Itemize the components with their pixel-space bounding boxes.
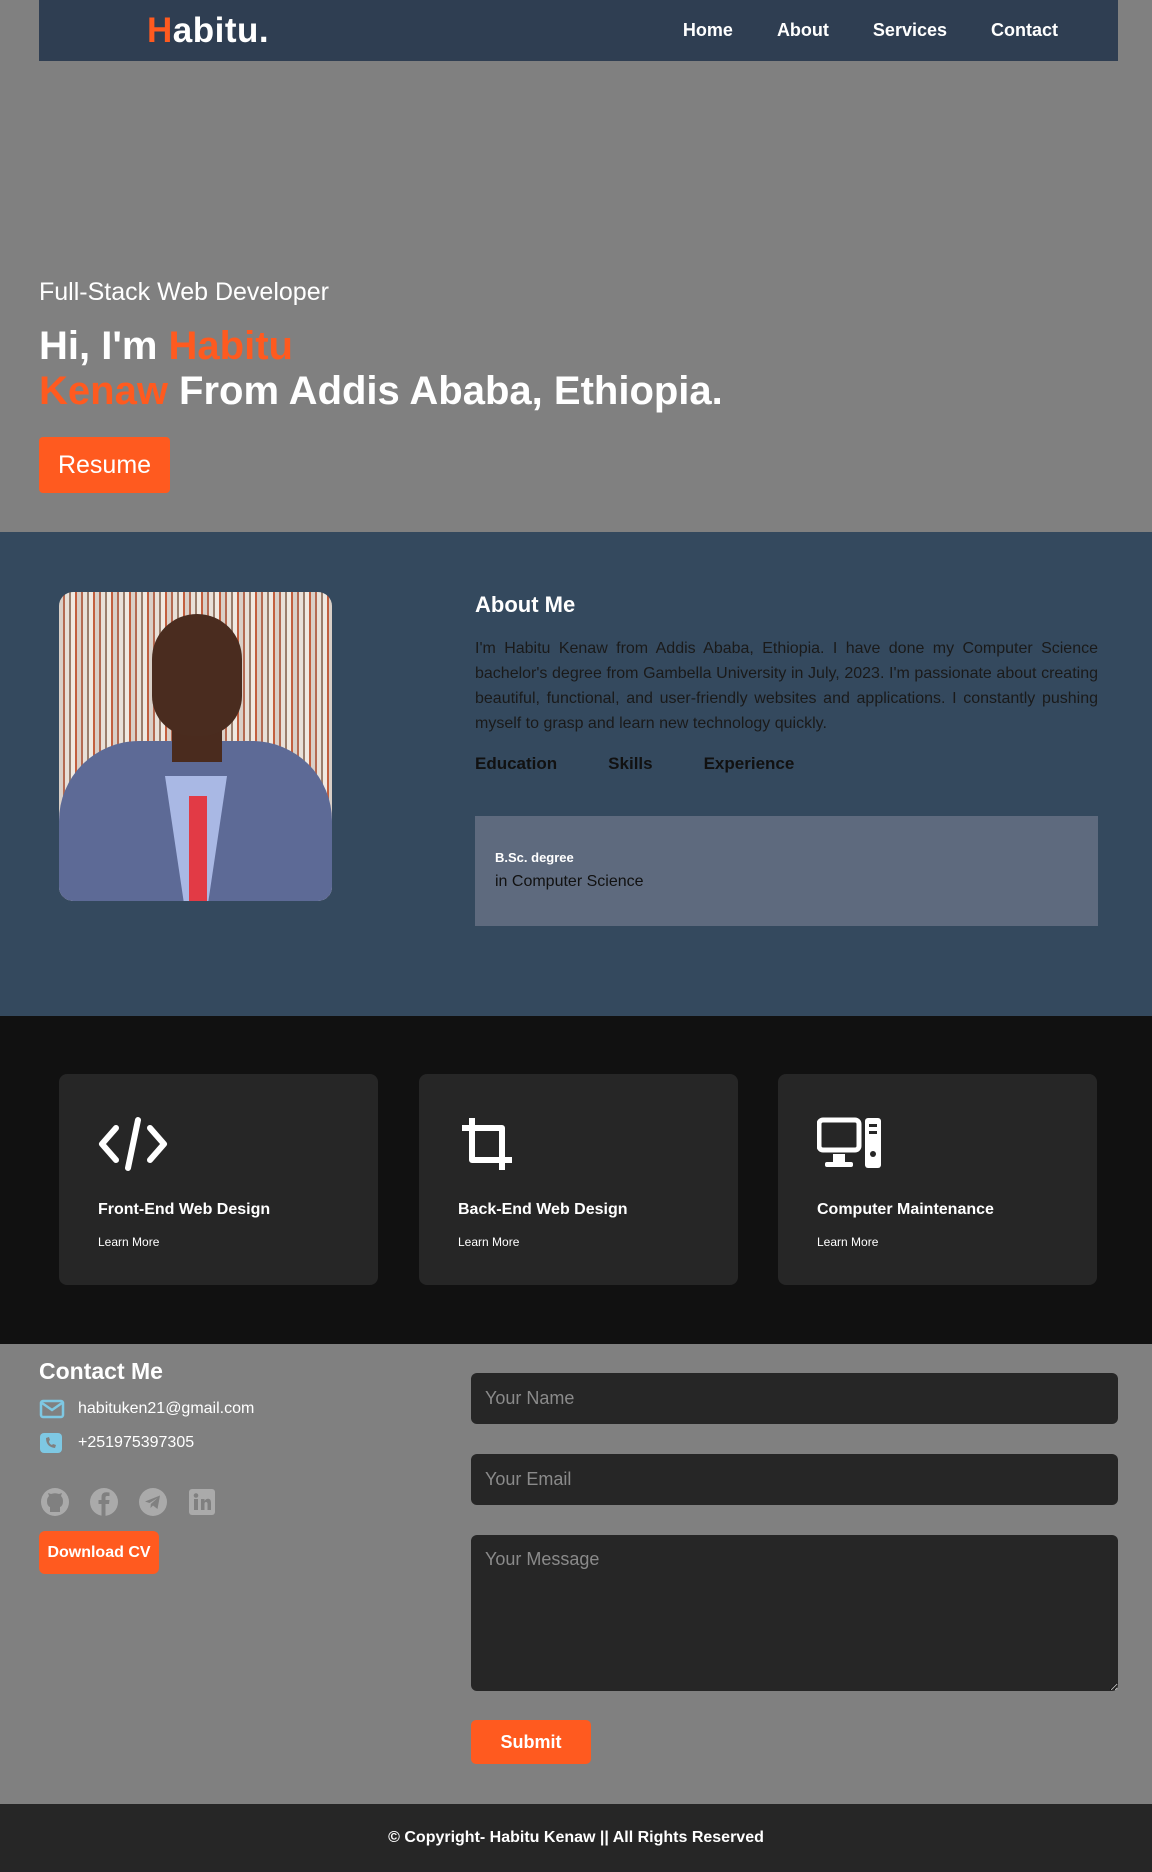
social-links (39, 1486, 235, 1518)
tab-experience[interactable]: Experience (704, 754, 795, 774)
learn-more-link[interactable]: Learn More (458, 1235, 519, 1249)
logo-text: abitu. (172, 10, 270, 50)
service-title: Back-End Web Design (458, 1201, 628, 1218)
name-input[interactable] (471, 1373, 1118, 1424)
profile-photo (59, 592, 332, 901)
hero-subtitle: Full-Stack Web Developer (39, 278, 329, 306)
tab-education[interactable]: Education (475, 754, 557, 774)
email-row: habituken21@gmail.com (39, 1398, 254, 1420)
desktop-icon (816, 1117, 881, 1168)
service-card: Computer Maintenance Learn More (778, 1074, 1097, 1285)
logo[interactable]: Habitu. (147, 11, 269, 51)
copyright-text: © Copyright- Habitu Kenaw || All Rights … (388, 1829, 764, 1846)
tab-skills[interactable]: Skills (608, 754, 652, 774)
learn-more-link[interactable]: Learn More (98, 1235, 159, 1249)
hero-greeting: Hi, I'm (39, 324, 169, 368)
nav-link-services[interactable]: Services (873, 20, 947, 41)
nav-link-about[interactable]: About (777, 20, 829, 41)
crop-icon (462, 1118, 512, 1170)
hero-section: Full-Stack Web Developer Hi, I'm Habitu … (0, 61, 1152, 532)
hero-location: From Addis Ababa, Ethiopia. (167, 369, 723, 413)
about-title: About Me (475, 592, 576, 617)
nav-link-home[interactable]: Home (683, 20, 733, 41)
phone-text[interactable]: +251975397305 (78, 1434, 194, 1452)
nav-link-contact[interactable]: Contact (991, 20, 1058, 41)
telegram-icon[interactable] (137, 1486, 169, 1518)
about-tabs: Education Skills Experience (475, 754, 845, 774)
download-cv-button[interactable]: Download CV (39, 1531, 159, 1574)
service-title: Front-End Web Design (98, 1201, 271, 1218)
github-icon[interactable] (39, 1486, 71, 1518)
navbar: Habitu. Home About Services Contact (39, 0, 1118, 61)
facebook-icon[interactable] (88, 1486, 120, 1518)
code-icon (99, 1117, 167, 1171)
phone-icon (40, 1433, 62, 1453)
submit-button[interactable]: Submit (471, 1720, 591, 1764)
footer: © Copyright- Habitu Kenaw || All Rights … (0, 1804, 1152, 1872)
contact-section: Contact Me habituken21@gmail.com +251975… (0, 1344, 1152, 1804)
envelope-icon (39, 1399, 65, 1419)
phone-row: +251975397305 (39, 1432, 194, 1454)
message-input[interactable] (471, 1535, 1118, 1691)
about-text: I'm Habitu Kenaw from Addis Ababa, Ethio… (475, 640, 1098, 732)
logo-initial: H (147, 10, 173, 50)
service-card: Back-End Web Design Learn More (419, 1074, 738, 1285)
linkedin-icon[interactable] (186, 1486, 218, 1518)
degree-title: B.Sc. degree (495, 850, 574, 865)
email-text[interactable]: habituken21@gmail.com (78, 1400, 254, 1418)
service-title: Computer Maintenance (817, 1201, 994, 1218)
contact-title: Contact Me (39, 1358, 163, 1384)
education-panel: B.Sc. degree in Computer Science (475, 816, 1098, 926)
resume-button[interactable]: Resume (39, 437, 170, 493)
email-input[interactable] (471, 1454, 1118, 1505)
degree-field: in Computer Science (495, 873, 644, 890)
service-card: Front-End Web Design Learn More (59, 1074, 378, 1285)
about-section: About Me I'm Habitu Kenaw from Addis Aba… (0, 532, 1152, 1016)
hero-title: Hi, I'm Habitu Kenaw From Addis Ababa, E… (39, 324, 723, 414)
nav-links: Home About Services Contact (639, 20, 1058, 41)
hero-name-first: Habitu (168, 324, 293, 368)
hero-name-last: Kenaw (39, 369, 168, 413)
learn-more-link[interactable]: Learn More (817, 1235, 878, 1249)
services-section: Front-End Web Design Learn More Back-End… (0, 1016, 1152, 1344)
